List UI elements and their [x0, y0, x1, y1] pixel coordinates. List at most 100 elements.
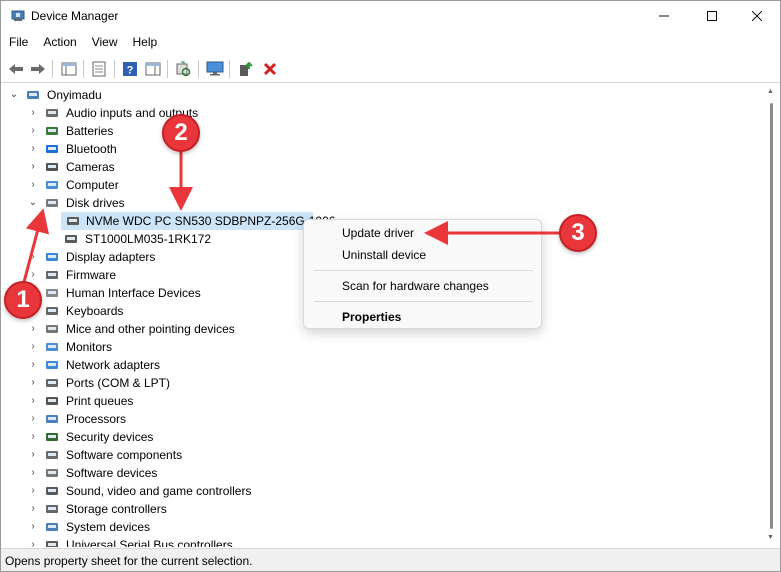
tree-category[interactable]: › Print queues — [2, 392, 762, 410]
tree-category[interactable]: › Network adapters — [2, 356, 762, 374]
tree-node-label: Keyboards — [66, 304, 124, 318]
device-category-icon — [44, 160, 60, 174]
expand-chevron-right-icon[interactable]: › — [27, 410, 39, 428]
window-title: Device Manager — [31, 9, 119, 23]
tree-disk-device[interactable]: NVMe WDC PC SN530 SDBPNPZ-256G-1006 — [61, 212, 335, 230]
tree-category[interactable]: › Monitors — [2, 338, 762, 356]
device-category-icon — [44, 286, 60, 300]
tree-category[interactable]: › Sound, video and game controllers — [2, 482, 762, 500]
tree-node-label: NVMe WDC PC SN530 SDBPNPZ-256G-1006 — [86, 214, 336, 228]
expand-chevron-right-icon[interactable]: › — [27, 536, 39, 547]
expand-chevron-right-icon[interactable]: › — [27, 518, 39, 536]
toolbar-separator — [52, 60, 53, 78]
device-category-icon — [44, 142, 60, 156]
expand-chevron-right-icon[interactable]: › — [27, 374, 39, 392]
expand-chevron-right-icon[interactable]: › — [27, 392, 39, 410]
computer-icon — [25, 88, 41, 102]
menu-help[interactable]: Help — [125, 32, 165, 54]
update-driver-icon[interactable] — [236, 59, 256, 79]
annotation-badge-3: 3 — [559, 214, 597, 252]
tree-category[interactable]: › Software devices — [2, 464, 762, 482]
tree-node-label: Print queues — [66, 394, 134, 408]
device-category-icon — [44, 538, 60, 547]
tree-node-label: Processors — [66, 412, 127, 426]
expand-chevron-right-icon[interactable]: › — [27, 356, 39, 374]
tree-node-label: Security devices — [66, 430, 154, 444]
show-hide-console-tree-icon[interactable] — [59, 59, 79, 79]
minimize-button[interactable] — [641, 1, 687, 31]
forward-arrow-icon[interactable] — [28, 59, 48, 79]
expand-chevron-right-icon[interactable]: › — [27, 464, 39, 482]
expand-chevron-right-icon[interactable]: › — [27, 176, 39, 194]
tree-category[interactable]: › Universal Serial Bus controllers — [2, 536, 762, 547]
expand-chevron-right-icon[interactable]: › — [27, 248, 39, 266]
device-category-icon — [44, 124, 60, 138]
back-arrow-icon[interactable] — [6, 59, 26, 79]
tree-category[interactable]: › Security devices — [2, 428, 762, 446]
expand-chevron-right-icon[interactable]: › — [27, 320, 39, 338]
tree-category[interactable]: › Storage controllers — [2, 500, 762, 518]
annotation-badge-1: 1 — [4, 281, 42, 319]
tree-node-label: Software components — [66, 448, 183, 462]
scroll-up-icon[interactable]: ▲ — [767, 88, 774, 95]
tree-category[interactable]: › System devices — [2, 518, 762, 536]
expand-chevron-right-icon[interactable]: › — [27, 338, 39, 356]
maximize-button[interactable] — [689, 1, 735, 31]
tree-category[interactable]: › Processors — [2, 410, 762, 428]
expand-chevron-right-icon[interactable]: › — [27, 140, 39, 158]
status-bar: Opens property sheet for the current sel… — [1, 548, 780, 571]
tree-category[interactable]: › Computer — [2, 176, 762, 194]
expand-chevron-right-icon[interactable]: › — [27, 122, 39, 140]
tree-node-label: System devices — [66, 520, 151, 534]
menu-view[interactable]: View — [84, 32, 125, 54]
tree-node-label: ST1000LM035-1RK172 — [85, 232, 212, 246]
tree-category[interactable]: › Cameras — [2, 158, 762, 176]
tree-category[interactable]: › Audio inputs and outputs — [2, 104, 762, 122]
close-button[interactable] — [734, 1, 780, 31]
tree-root-computer[interactable]: ⌄ Onyimadu — [2, 86, 762, 104]
device-category-icon — [44, 304, 60, 318]
action-pane-icon[interactable] — [143, 59, 163, 79]
expand-chevron-right-icon[interactable]: › — [27, 482, 39, 500]
device-category-icon — [44, 358, 60, 372]
tree-category[interactable]: › Batteries — [2, 122, 762, 140]
menu-item-uninstall-device[interactable]: Uninstall device — [342, 248, 426, 262]
expand-chevron-right-icon[interactable]: › — [27, 428, 39, 446]
menu-item-update-driver[interactable]: Update driver — [342, 226, 414, 240]
expand-chevron-down-icon[interactable]: ⌄ — [27, 194, 39, 212]
menu-separator — [314, 270, 533, 271]
expand-chevron-right-icon[interactable]: › — [27, 158, 39, 176]
tree-node-label: Monitors — [66, 340, 113, 354]
tree-category[interactable]: ⌄ Disk drives — [2, 194, 762, 212]
menu-item-scan-hardware[interactable]: Scan for hardware changes — [342, 279, 489, 293]
tree-category[interactable]: › Software components — [2, 446, 762, 464]
tree-node-label: Onyimadu — [47, 88, 102, 102]
scroll-down-icon[interactable]: ▼ — [767, 534, 774, 541]
menu-item-properties[interactable]: Properties — [342, 310, 401, 324]
device-manager-app-icon — [11, 9, 25, 23]
device-category-icon — [44, 340, 60, 354]
toolbar-separator — [167, 60, 168, 78]
monitor-icon[interactable] — [205, 59, 225, 79]
tree-category[interactable]: › Bluetooth — [2, 140, 762, 158]
expand-chevron-right-icon[interactable]: › — [27, 500, 39, 518]
toolbar-separator — [114, 60, 115, 78]
scan-hardware-icon[interactable] — [173, 59, 193, 79]
expand-chevron-down-icon[interactable]: ⌄ — [8, 86, 20, 104]
toolbar-separator — [229, 60, 230, 78]
menu-file[interactable]: File — [1, 32, 35, 54]
device-category-icon — [44, 484, 60, 498]
expand-chevron-right-icon[interactable]: › — [27, 104, 39, 122]
svg-text:?: ? — [127, 65, 134, 77]
device-category-icon — [44, 322, 60, 336]
expand-chevron-right-icon[interactable]: › — [27, 446, 39, 464]
toolbar-separator — [83, 60, 84, 78]
vertical-scrollbar[interactable]: ▲ ▼ — [764, 84, 780, 547]
uninstall-x-icon[interactable] — [260, 59, 280, 79]
device-category-icon — [44, 196, 60, 210]
scrollbar-thumb[interactable] — [770, 103, 773, 529]
properties-sheet-icon[interactable] — [89, 59, 109, 79]
help-icon[interactable]: ? — [120, 59, 140, 79]
tree-category[interactable]: › Ports (COM & LPT) — [2, 374, 762, 392]
menu-action[interactable]: Action — [35, 32, 83, 54]
